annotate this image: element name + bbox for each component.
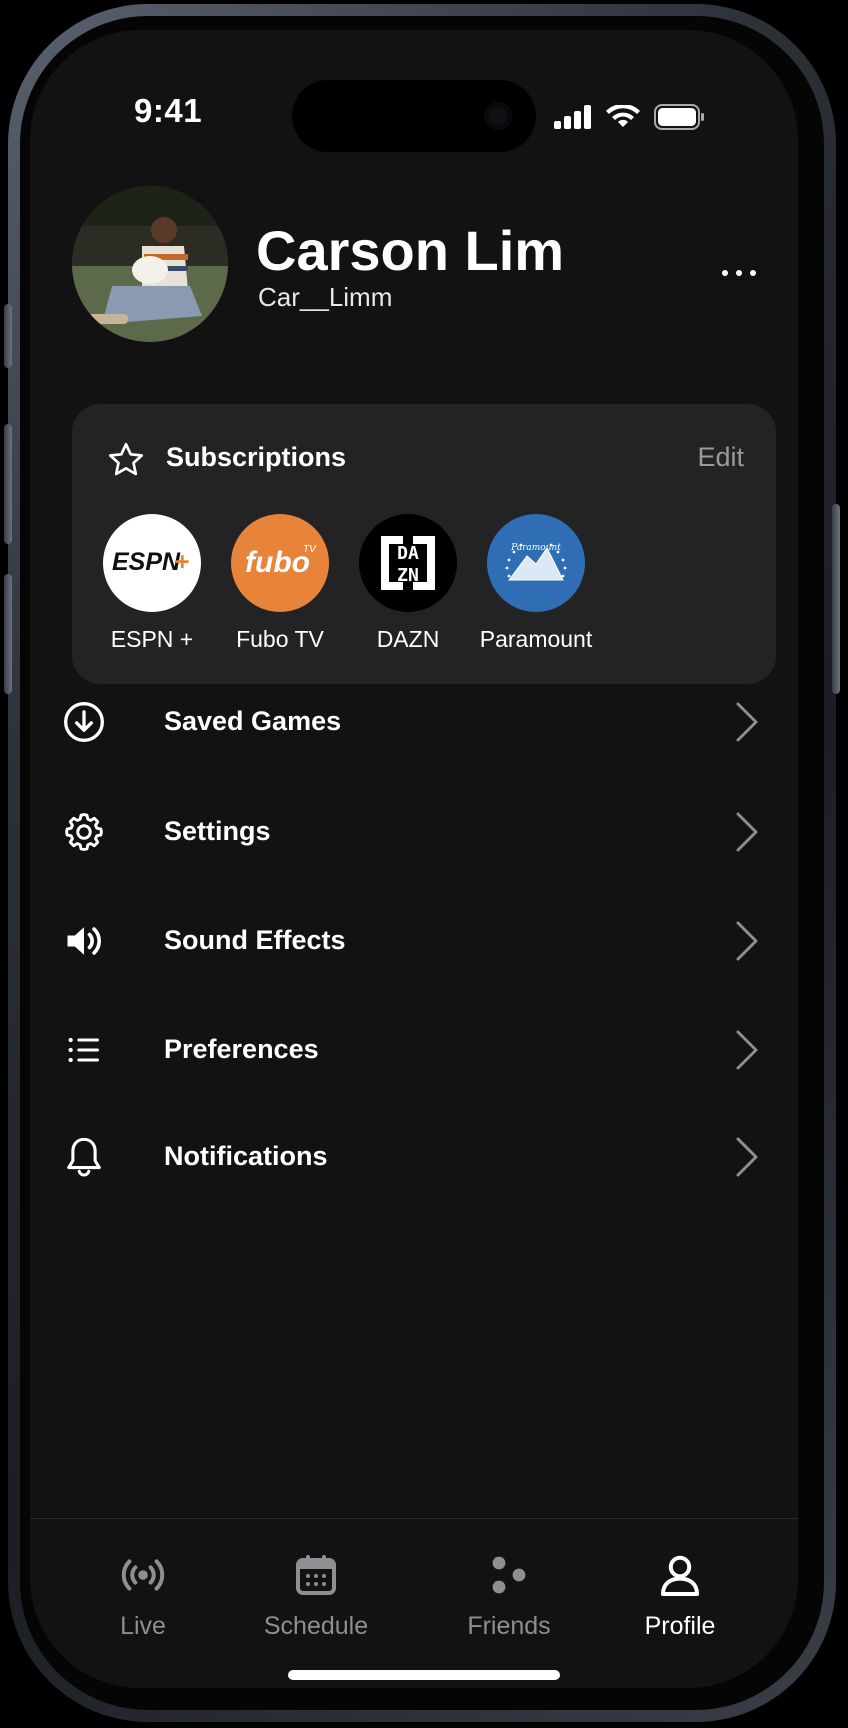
tab-label: Profile	[644, 1612, 716, 1640]
menu-item-saved-games[interactable]: Saved Games	[60, 682, 780, 762]
action-button	[4, 304, 12, 368]
svg-text:+: +	[175, 548, 190, 576]
more-dot	[736, 270, 742, 276]
tab-label: Schedule	[263, 1612, 369, 1640]
chevron-right-icon	[736, 702, 758, 742]
broadcast-icon	[63, 1550, 223, 1600]
menu-item-label: Saved Games	[164, 706, 342, 736]
tab-friends[interactable]: Friends	[429, 1550, 589, 1641]
home-indicator[interactable]	[288, 1670, 560, 1680]
camera-icon	[484, 102, 512, 130]
tab-label: Friends	[467, 1612, 551, 1640]
download-circle-icon	[60, 698, 108, 746]
subscription-label: Fubo TV	[236, 626, 324, 652]
star-icon	[109, 442, 143, 476]
menu-item-label: Preferences	[164, 1034, 319, 1064]
menu-item-settings[interactable]: Settings	[60, 792, 780, 872]
menu-item-label: Sound Effects	[164, 925, 346, 955]
fubo-logo-sup: TV	[303, 544, 317, 555]
signal-icon	[554, 105, 591, 129]
subscription-label: Paramount	[479, 626, 593, 652]
volume-down-button	[4, 574, 12, 694]
gear-icon	[60, 808, 108, 856]
power-button	[832, 504, 840, 694]
subscription-fubo[interactable]: fubo TV Fubo TV	[210, 514, 350, 653]
battery-icon	[654, 104, 704, 130]
person-icon	[600, 1550, 760, 1600]
chevron-right-icon	[736, 1137, 758, 1177]
espn-logo-text: ESPN	[112, 548, 181, 576]
tab-label: Live	[120, 1612, 166, 1640]
wifi-icon	[606, 105, 640, 127]
dazn-logo-bottom: ZN	[397, 565, 419, 586]
chevron-right-icon	[736, 921, 758, 961]
subscription-paramount[interactable]: Paramount Paramount	[466, 514, 606, 653]
subscriptions-card: Subscriptions Edit ESPN + ESPN + fubo TV…	[72, 404, 776, 684]
status-time: 9:41	[134, 92, 203, 129]
menu-item-sound-effects[interactable]: Sound Effects	[60, 901, 780, 981]
menu-item-label: Notifications	[164, 1141, 328, 1171]
subscription-label: ESPN +	[110, 626, 194, 652]
chevron-right-icon	[736, 1030, 758, 1070]
profile-handle: Car__Limm	[258, 282, 393, 312]
speaker-icon	[60, 917, 108, 965]
volume-up-button	[4, 424, 12, 544]
profile-name: Carson Lim	[256, 219, 565, 282]
paramount-logo: Paramount	[487, 514, 585, 612]
more-options-button[interactable]	[722, 270, 756, 276]
fubo-logo: fubo TV	[231, 514, 329, 612]
dazn-logo-top: DA	[397, 543, 419, 564]
tab-live[interactable]: Live	[63, 1550, 223, 1641]
tab-bar-divider	[30, 1518, 798, 1519]
app-screen: 9:41 Carson Lim Car__Limm Subscriptions …	[30, 30, 798, 1688]
subscription-label: DAZN	[376, 626, 440, 652]
paramount-logo-text: Paramount	[510, 543, 561, 553]
status-icons	[554, 104, 706, 130]
menu-item-notifications[interactable]: Notifications	[60, 1117, 780, 1197]
menu-item-label: Settings	[164, 816, 271, 846]
subscriptions-edit-button[interactable]: Edit	[697, 442, 744, 473]
dynamic-island	[292, 80, 536, 152]
espn-logo: ESPN +	[103, 514, 201, 612]
subscription-dazn[interactable]: DA ZN DAZN	[338, 514, 478, 653]
tab-schedule[interactable]: Schedule	[236, 1550, 396, 1641]
friends-icon	[429, 1550, 589, 1600]
more-dot	[722, 270, 728, 276]
tab-profile[interactable]: Profile	[600, 1550, 760, 1641]
calendar-icon	[236, 1550, 396, 1600]
dazn-logo: DA ZN	[359, 514, 457, 612]
fubo-logo-text: fubo	[245, 546, 310, 579]
more-dot	[750, 270, 756, 276]
avatar-photo	[72, 186, 228, 342]
bell-icon	[60, 1133, 108, 1181]
subscriptions-title: Subscriptions	[166, 442, 347, 472]
avatar[interactable]	[72, 186, 228, 342]
subscription-espn[interactable]: ESPN + ESPN +	[82, 514, 222, 653]
chevron-right-icon	[736, 812, 758, 852]
list-icon	[60, 1026, 108, 1074]
menu-item-preferences[interactable]: Preferences	[60, 1010, 780, 1090]
